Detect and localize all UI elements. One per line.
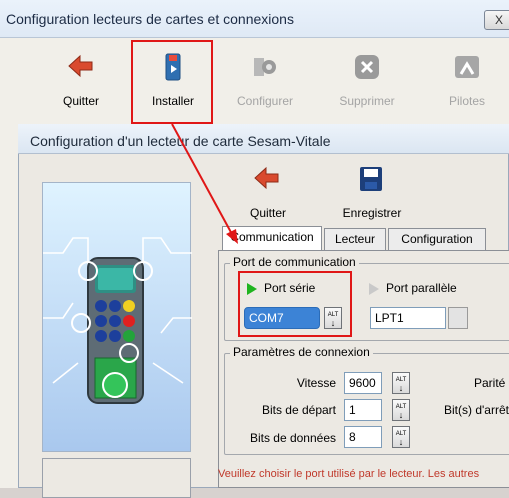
annotation-arrow-icon	[171, 123, 238, 244]
